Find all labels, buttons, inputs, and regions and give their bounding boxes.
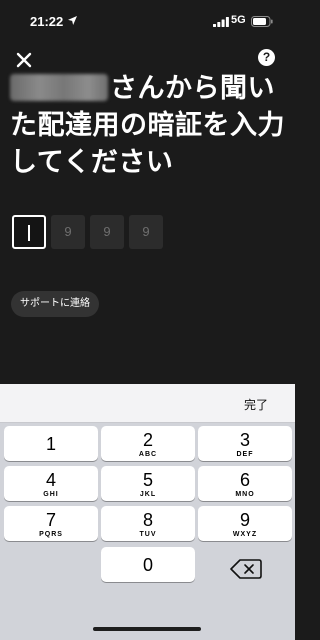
key-0[interactable]: 0: [101, 547, 195, 582]
key-8[interactable]: 8 TUV: [101, 506, 195, 541]
key-digit: 2: [142, 430, 153, 450]
status-time: 21:22: [30, 14, 64, 29]
cellular-signal-icon: [213, 17, 229, 27]
code-digit-1[interactable]: [12, 215, 46, 249]
key-letters: GHI: [43, 491, 59, 498]
key-letters: WXYZ: [232, 531, 258, 538]
key-digit: 3: [239, 430, 250, 450]
key-letters: ABC: [138, 451, 158, 458]
title-line-1: さんから聞い: [10, 70, 290, 107]
contact-support-button[interactable]: サポートに連絡: [11, 291, 99, 317]
key-digit: 8: [142, 510, 153, 530]
backspace-icon[interactable]: [230, 558, 262, 580]
code-digit-3[interactable]: 9: [90, 215, 124, 249]
key-3[interactable]: 3 DEF: [198, 426, 292, 461]
key-4[interactable]: 4 GHI: [4, 466, 98, 501]
key-digit: 9: [239, 510, 250, 530]
numeric-keyboard: 完了 1 2 ABC 3 DEF 4 GHI 5 JKL 6 MNO 7 PQR…: [0, 384, 295, 640]
title-line-2: た配達用の暗証を入力: [10, 110, 285, 141]
key-9[interactable]: 9 WXYZ: [198, 506, 292, 541]
key-digit: 7: [45, 510, 56, 530]
key-digit: 6: [239, 470, 250, 490]
key-letters: JKL: [139, 491, 157, 498]
key-letters: PQRS: [39, 531, 63, 538]
status-bar: 21:22 5G: [0, 0, 295, 44]
key-digit: 0: [142, 555, 153, 575]
close-icon[interactable]: [12, 48, 36, 72]
title-line-3: してください: [10, 147, 174, 178]
key-letters: MNO: [235, 491, 255, 498]
text-cursor: [28, 225, 30, 241]
key-digit: 5: [142, 470, 153, 490]
keyboard-toolbar: 完了: [0, 384, 295, 423]
key-6[interactable]: 6 MNO: [198, 466, 292, 501]
key-2[interactable]: 2 ABC: [101, 426, 195, 461]
key-letters: TUV: [139, 531, 157, 538]
home-indicator: [93, 627, 201, 631]
code-digit-2[interactable]: 9: [51, 215, 85, 249]
key-letters: DEF: [236, 451, 254, 458]
title-line-1-text: さんから聞い: [110, 73, 275, 104]
key-digit: 1: [45, 434, 56, 454]
key-1[interactable]: 1: [4, 426, 98, 461]
blurred-name: [10, 74, 108, 101]
key-digit: 4: [45, 470, 56, 490]
location-arrow-icon: [68, 16, 77, 25]
key-5[interactable]: 5 JKL: [101, 466, 195, 501]
code-digit-4[interactable]: 9: [129, 215, 163, 249]
done-button[interactable]: 完了: [244, 396, 268, 413]
battery-icon: [251, 16, 273, 27]
key-7[interactable]: 7 PQRS: [4, 506, 98, 541]
network-type: 5G: [231, 14, 246, 26]
help-icon[interactable]: ?: [258, 49, 275, 66]
page-title: さんから聞い た配達用の暗証を入力 してください: [10, 70, 290, 181]
